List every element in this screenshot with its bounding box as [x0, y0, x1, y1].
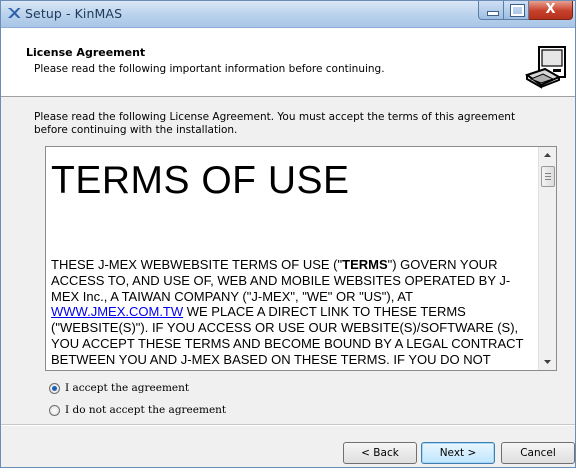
header-panel: License Agreement Please read the follow… [1, 28, 575, 97]
license-text-part1: THESE J-MEX WEBWEBSITE TERMS OF USE (" [51, 257, 343, 272]
decline-radio[interactable] [49, 405, 60, 416]
minimize-button[interactable] [478, 1, 504, 20]
app-icon [8, 8, 21, 18]
license-website-link[interactable]: WWW.JMEX.COM.TW [51, 304, 183, 319]
next-button[interactable]: Next > [421, 442, 495, 464]
setup-window: Setup - KinMAS X License Agreement Pleas… [0, 0, 576, 468]
license-textbox[interactable]: TERMS OF USE THESE J-MEX WEBWEBSITE TERM… [45, 146, 557, 371]
accept-label[interactable]: I accept the agreement [65, 382, 189, 394]
thumb-grip-line [545, 179, 551, 180]
maximize-button[interactable] [504, 1, 529, 20]
license-body: THESE J-MEX WEBWEBSITE TERMS OF USE ("TE… [51, 257, 537, 370]
scroll-up-arrow-icon[interactable] [539, 147, 556, 164]
page-subtitle: Please read the following important info… [34, 63, 385, 75]
license-content: TERMS OF USE THESE J-MEX WEBWEBSITE TERM… [51, 149, 537, 370]
bottom-divider [1, 424, 575, 426]
window-title: Setup - KinMAS [25, 6, 123, 21]
minimize-icon [487, 11, 499, 16]
cancel-button[interactable]: Cancel [501, 442, 575, 464]
page-title: License Agreement [26, 46, 146, 59]
maximize-icon [510, 4, 525, 17]
decline-label[interactable]: I do not accept the agreement [65, 404, 226, 416]
radio-selected-dot [52, 386, 57, 391]
license-heading: TERMS OF USE [51, 159, 350, 202]
setup-computer-icon [525, 46, 566, 89]
instructions-text: Please read the following License Agreem… [34, 111, 516, 136]
thumb-grip-line [545, 173, 551, 174]
scroll-down-arrow-icon[interactable] [539, 353, 556, 370]
thumb-grip-line [545, 176, 551, 177]
back-button[interactable]: < Back [343, 442, 417, 464]
title-bar[interactable]: Setup - KinMAS X [1, 1, 575, 28]
license-scrollbar[interactable] [538, 147, 556, 370]
accept-radio[interactable] [49, 383, 60, 394]
license-bold-word: TERMS [342, 257, 388, 272]
close-button[interactable]: X [529, 1, 573, 20]
close-icon: X [545, 2, 556, 17]
scrollbar-thumb[interactable] [541, 166, 555, 187]
